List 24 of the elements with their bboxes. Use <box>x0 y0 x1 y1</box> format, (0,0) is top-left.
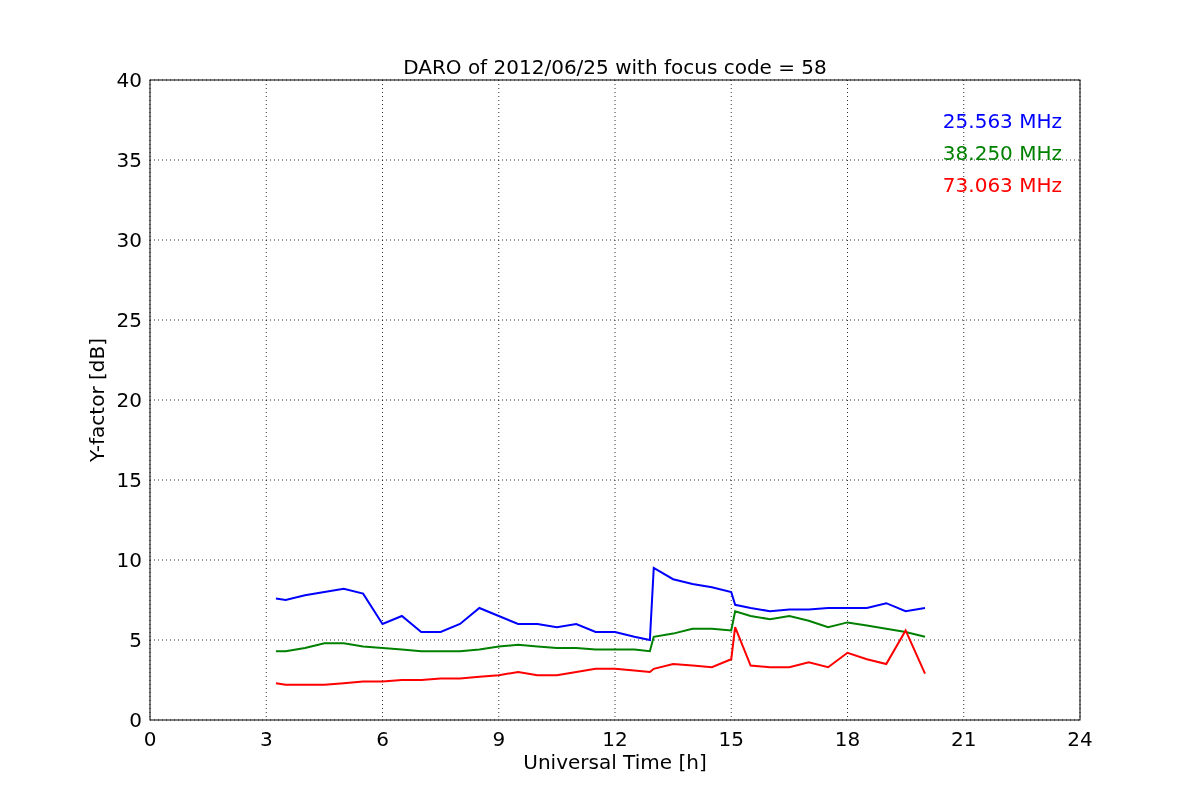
y-tick-label: 35 <box>116 148 142 172</box>
y-tick-label: 5 <box>129 628 142 652</box>
x-tick-label: 0 <box>143 727 157 751</box>
y-tick-label: 30 <box>116 228 142 252</box>
x-tick-label: 6 <box>376 727 389 751</box>
y-tick-label: 10 <box>116 548 142 572</box>
x-tick-label: 21 <box>951 727 977 751</box>
legend-label: 25.563 MHz <box>942 109 1062 133</box>
x-tick-label: 12 <box>602 727 628 751</box>
x-tick-label: 24 <box>1067 727 1093 751</box>
y-axis-label: Y-factor [dB] <box>85 338 109 462</box>
y-tick-label: 0 <box>129 708 142 732</box>
x-tick-label: 3 <box>259 727 273 751</box>
chart-title: DARO of 2012/06/25 with focus code = 58 <box>403 55 827 79</box>
y-tick-label: 40 <box>116 68 142 92</box>
x-tick-label: 9 <box>492 727 506 751</box>
y-tick-label: 15 <box>116 468 142 492</box>
x-tick-label: 18 <box>834 727 861 751</box>
legend-label: 38.250 MHz <box>942 141 1062 165</box>
x-axis-label: Universal Time [h] <box>523 750 707 774</box>
x-tick-label: 15 <box>718 727 744 751</box>
y-tick-label: 20 <box>116 388 142 412</box>
legend-label: 73.063 MHz <box>942 173 1062 197</box>
y-tick-label: 25 <box>116 308 142 332</box>
